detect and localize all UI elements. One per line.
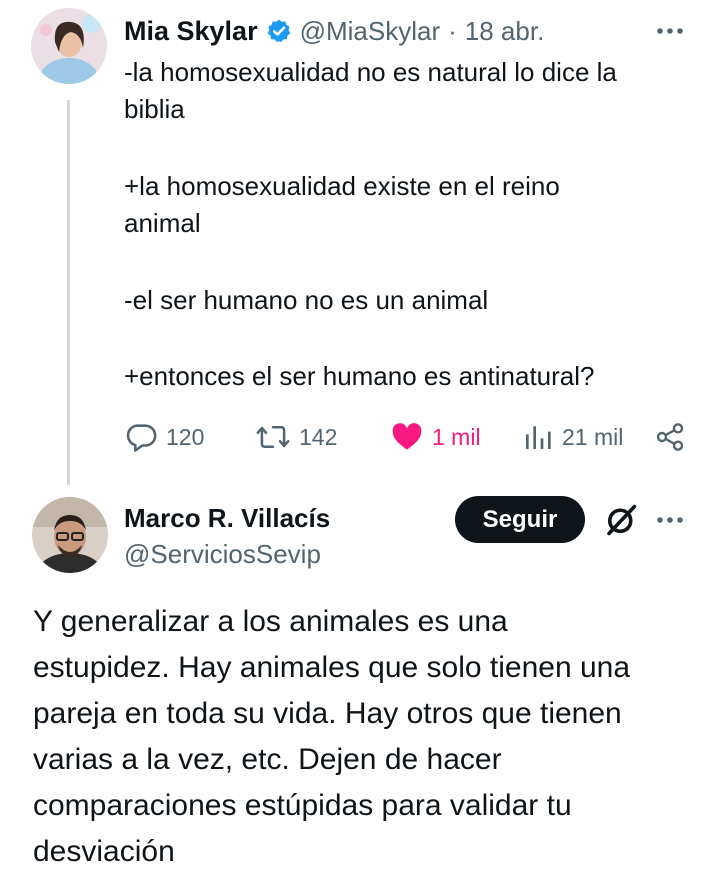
views-icon	[522, 420, 554, 454]
more-options-icon[interactable]	[650, 16, 690, 46]
tweet-date[interactable]: 18 abr.	[465, 16, 545, 47]
reply-author-handle[interactable]: @ServiciosSevip	[124, 538, 321, 570]
views-action[interactable]: 21 mil	[522, 420, 623, 454]
reply-author-name[interactable]: Marco R. Villacís	[124, 502, 330, 534]
tweet-text-line: +entonces el ser humano es antinatural?	[124, 361, 595, 391]
reply-text-line: desviación	[33, 835, 175, 868]
like-icon	[390, 420, 424, 454]
author-handle[interactable]: @MiaSkylar	[300, 16, 441, 47]
follow-button[interactable]: Seguir	[455, 496, 585, 543]
repost-count: 142	[299, 423, 338, 450]
share-icon[interactable]	[654, 421, 686, 453]
reply-icon	[124, 420, 158, 454]
separator-dot: ·	[448, 15, 457, 46]
tweet-text-line: -el ser humano no es un animal	[124, 285, 489, 315]
tweet-header: Mia Skylar @MiaSkylar · 18 abr.	[124, 13, 544, 49]
like-action[interactable]: 1 mil	[390, 420, 481, 454]
verified-badge-icon	[266, 18, 292, 44]
reply-text-line: pareja en toda su vida. Hay otros que ti…	[33, 697, 622, 730]
tweet-text-line: +la homosexualidad existe en el reino	[124, 171, 560, 201]
avatar-mia[interactable]	[31, 8, 107, 84]
reply-action[interactable]: 120	[124, 420, 204, 454]
views-count: 21 mil	[562, 423, 624, 450]
tweet-text-line: biblia	[124, 94, 185, 124]
author-name[interactable]: Mia Skylar	[124, 16, 258, 47]
reply-text-line: Y generalizar a los animales es una	[33, 605, 508, 638]
reply-text-line: comparaciones estúpidas para validar tu	[33, 789, 572, 822]
thread-connector-line	[67, 100, 70, 485]
repost-action[interactable]: 142	[255, 420, 337, 454]
grok-icon[interactable]	[603, 502, 639, 538]
like-count: 1 mil	[432, 423, 481, 450]
repost-icon	[255, 420, 291, 454]
reply-text-line: varias a la vez, etc. Dejen de hacer	[33, 743, 502, 776]
tweet-text-line: -la homosexualidad no es natural lo dice…	[124, 57, 617, 87]
tweet-text-line: animal	[124, 208, 201, 238]
reply-more-options-icon[interactable]	[650, 505, 690, 535]
avatar-marco[interactable]	[32, 497, 108, 573]
reply-count: 120	[166, 423, 205, 450]
reply-text-line: estupidez. Hay animales que solo tienen …	[33, 651, 631, 684]
